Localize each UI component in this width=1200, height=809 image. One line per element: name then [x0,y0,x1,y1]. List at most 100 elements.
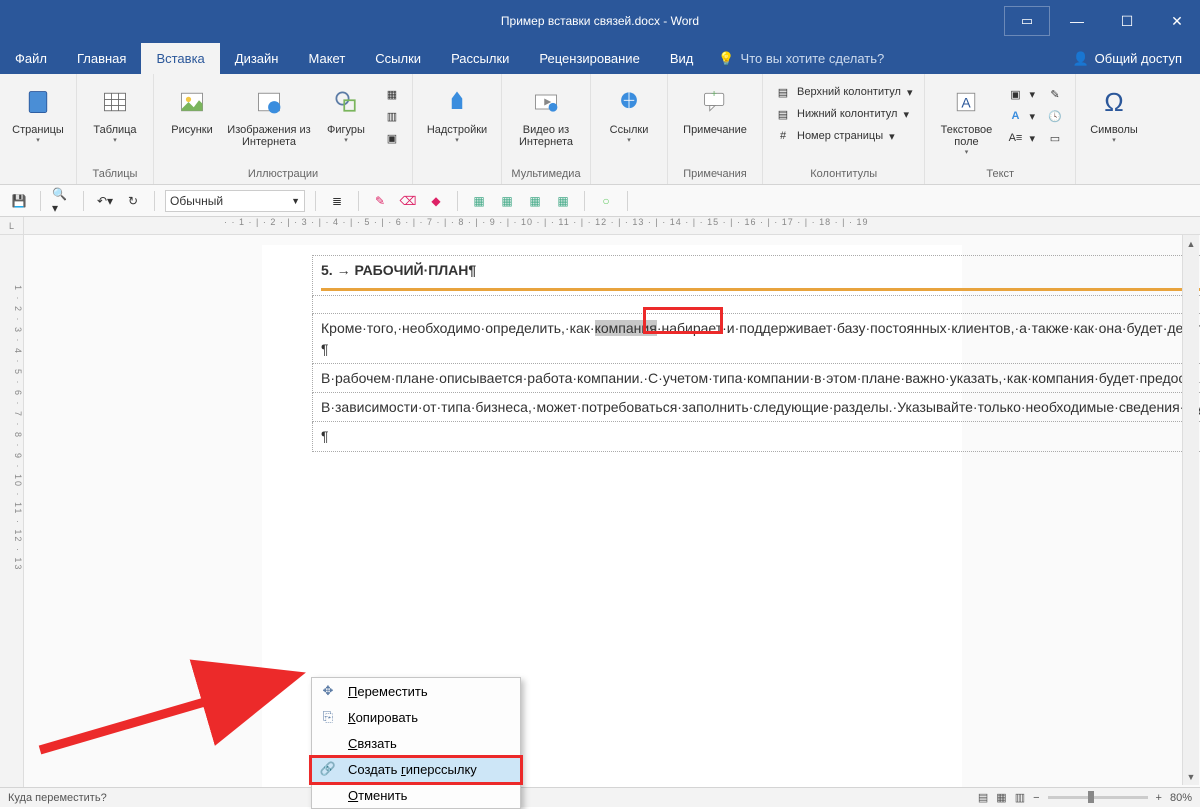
group-illustrations: Рисунки Изображения из Интернета Фигуры▾… [154,74,413,184]
object-button[interactable]: ▭ [1043,128,1067,148]
screenshot-button[interactable]: ▣ [380,128,404,148]
svg-text:A: A [962,94,972,110]
smartart-icon: ▦ [384,86,400,102]
omega-icon: Ω [1104,87,1123,118]
zoom-value: 80% [1170,792,1192,804]
quickparts-button[interactable]: ▣▾ [1003,84,1039,104]
online-pictures-button[interactable]: Изображения из Интернета [226,78,312,148]
shapes-button[interactable]: Фигуры▾ [316,78,376,144]
group-pages: Страницы▾ Страницы [0,74,77,184]
ctx-создать-гиперссылку[interactable]: 🔗Создать гиперссылку [312,756,520,782]
undo-button[interactable]: ↶▾ [94,190,116,212]
symbols-button[interactable]: Ω Символы▾ [1084,78,1144,144]
qat-icon-1[interactable]: ≣ [326,190,348,212]
ctx-отменить[interactable]: Отменить [312,782,520,808]
qat-icon-7[interactable]: ▦ [524,190,546,212]
group-symbols: Ω Символы▾ x [1076,74,1152,184]
group-links: Ссылки▾ x [591,74,668,184]
footer-button[interactable]: ▤Нижний колонтитул ▾ [771,104,916,124]
wordart-button[interactable]: A▾ [1003,106,1039,126]
pictures-button[interactable]: Рисунки [162,78,222,136]
datetime-button[interactable]: 🕓 [1043,106,1067,126]
para-4[interactable]: ¶ [313,422,1200,451]
qat-icon-8[interactable]: ▦ [552,190,574,212]
zoom-in-button[interactable]: + [1156,792,1162,804]
table-button[interactable]: Таблица▾ [85,78,145,144]
group-headers: ▤Верхний колонтитул ▾ ▤Нижний колонтитул… [763,74,925,184]
page-number-button[interactable]: #Номер страницы ▾ [771,126,916,146]
table-icon [101,88,129,116]
sigline-button[interactable]: ✎ [1043,84,1067,104]
footer-icon: ▤ [775,106,791,122]
comment-button[interactable]: + Примечание [676,78,754,136]
close-button[interactable]: ✕ [1154,6,1200,36]
zoom-out-button[interactable]: − [1033,792,1039,804]
view-web-icon[interactable]: ▥ [1015,791,1025,804]
context-menu: ✥Переместить⎘КопироватьСвязать🔗Создать г… [311,677,521,809]
textbox-icon: A [952,88,980,116]
ctx-копировать[interactable]: ⎘Копировать [312,704,520,730]
ribbon-tabs: ФайлГлавнаяВставкаДизайнМакетСсылкиРассы… [0,43,1200,74]
share-button[interactable]: 👤Общий доступ [1054,43,1200,74]
ribbon-options-icon[interactable]: ▭ [1004,6,1050,36]
tab-вид[interactable]: Вид [655,43,709,74]
qat-icon-3[interactable]: ⌫ [397,190,419,212]
redo-button[interactable]: ↻ [122,190,144,212]
para-1[interactable]: Кроме·того,·необходимо·определить,·как·к… [313,314,1200,364]
header-icon: ▤ [775,84,791,100]
group-media: Видео из Интернета Мультимедиа [502,74,591,184]
tab-файл[interactable]: Файл [0,43,62,74]
group-comments: + Примечание Примечания [668,74,763,184]
minimize-button[interactable]: — [1054,6,1100,36]
status-text: Куда переместить? [8,792,107,804]
picture-icon [178,88,206,116]
dropcap-button[interactable]: A≡▾ [1003,128,1039,148]
tab-ссылки[interactable]: Ссылки [360,43,436,74]
header-button[interactable]: ▤Верхний колонтитул ▾ [771,82,916,102]
smartart-button[interactable]: ▦ [380,84,404,104]
person-icon: 👤 [1072,51,1088,67]
tab-рассылки[interactable]: Рассылки [436,43,524,74]
vertical-scrollbar[interactable]: ▲ ▼ [1182,235,1199,785]
qat-icon-5[interactable]: ▦ [468,190,490,212]
pagenum-icon: # [775,128,791,144]
ctx-связать[interactable]: Связать [312,730,520,756]
maximize-button[interactable]: ☐ [1104,6,1150,36]
selected-text[interactable]: компания [595,320,657,336]
addins-button[interactable]: Надстройки▾ [421,78,493,144]
svg-text:+: + [711,88,717,100]
shapes-icon [332,88,360,116]
textbox-button[interactable]: A Текстовое поле▾ [933,78,999,156]
tab-вставка[interactable]: Вставка [141,43,219,74]
pages-button[interactable]: Страницы▾ [8,78,68,144]
vertical-ruler[interactable]: 1 · 2 · 3 · 4 · 5 · 6 · 7 · 8 · 9 · 10 ·… [0,235,24,805]
screenshot-icon: ▣ [384,130,400,146]
horizontal-ruler[interactable]: · · 1 · | · 2 · | · 3 · | · 4 · | · 5 · … [24,217,1200,235]
ruler-corner: L [0,217,24,235]
view-print-icon[interactable]: ▦ [996,791,1006,804]
zoom-slider[interactable] [1048,796,1148,799]
para-2[interactable]: В·рабочем·плане·описывается·работа·компа… [313,363,1200,392]
title-bar: Пример вставки связей.docx - Word ▭ — ☐ … [0,0,1200,43]
qat-icon-9[interactable]: ○ [595,190,617,212]
save-button[interactable]: 💾 [8,190,30,212]
group-tables: Таблица▾ Таблицы [77,74,154,184]
qat-icon-6[interactable]: ▦ [496,190,518,212]
style-select[interactable]: Обычный▼ [165,190,305,212]
qat-icon-2[interactable]: ✎ [369,190,391,212]
heading-cell[interactable]: 5. → РАБОЧИЙ·ПЛАН¶ [313,256,1200,296]
tab-дизайн[interactable]: Дизайн [220,43,294,74]
tab-макет[interactable]: Макет [293,43,360,74]
comment-icon: + [701,88,729,116]
links-button[interactable]: Ссылки▾ [599,78,659,144]
view-readmode-icon[interactable]: ▤ [978,791,988,804]
tab-рецензирование[interactable]: Рецензирование [524,43,654,74]
para-3[interactable]: В·зависимости·от·типа·бизнеса,·может·пот… [313,393,1200,422]
chart-button[interactable]: ▥ [380,106,404,126]
tab-главная[interactable]: Главная [62,43,141,74]
find-button[interactable]: 🔍▾ [51,190,73,212]
ctx-переместить[interactable]: ✥Переместить [312,678,520,704]
qat-icon-4[interactable]: ◆ [425,190,447,212]
tell-me-input[interactable]: 💡Что вы хотите сделать? [718,43,884,74]
online-video-button[interactable]: Видео из Интернета [510,78,582,148]
